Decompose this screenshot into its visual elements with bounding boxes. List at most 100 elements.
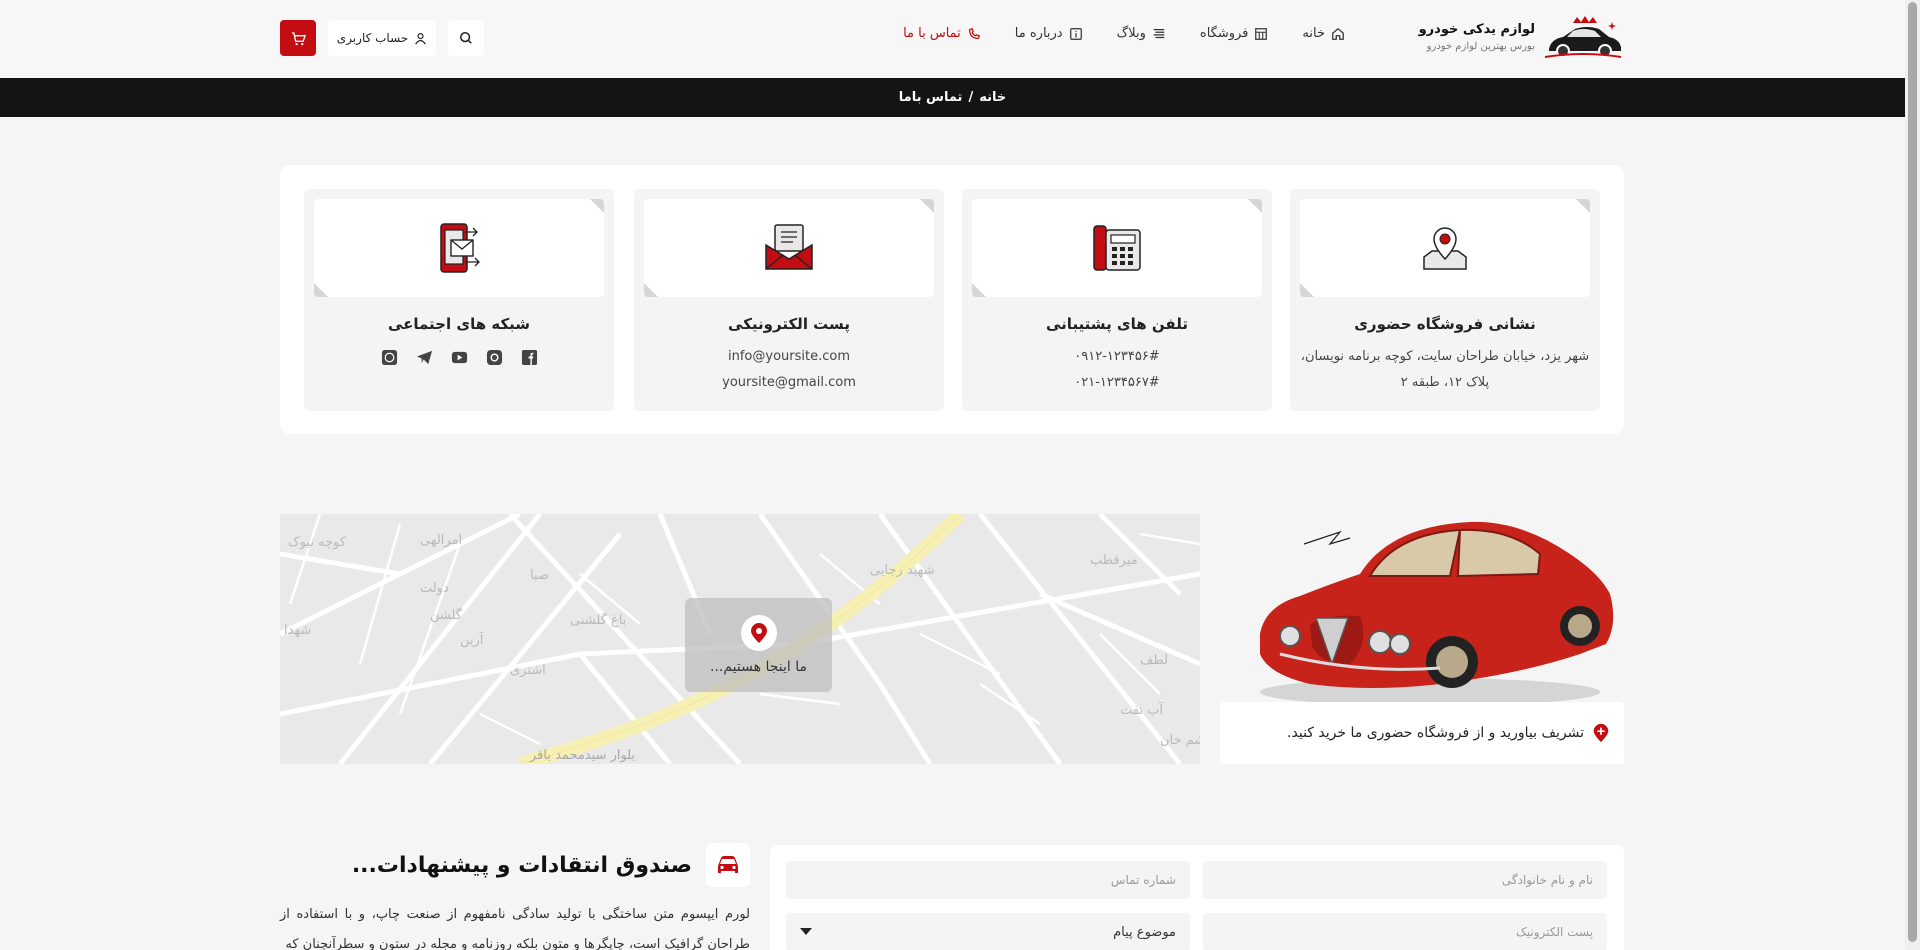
cart-button[interactable] [280, 20, 316, 56]
store-caption-text: تشریف بیاورید و از فروشگاه حضوری ما خرید… [1287, 725, 1584, 741]
email-line-2[interactable]: yoursite@gmail.com [634, 375, 944, 390]
car-icon [718, 856, 738, 873]
phone-icon [968, 27, 980, 39]
subject-select[interactable]: موضوع پیام [786, 913, 1190, 950]
home-icon [1332, 27, 1344, 40]
telephone-icon [1093, 225, 1141, 271]
instagram-icon[interactable] [486, 349, 503, 366]
nav-about-label: درباره ما [1014, 26, 1063, 41]
address-line-1: شهر یزد، خیابان طراحان سایت، کوچه برنامه… [1300, 349, 1590, 364]
envelope-icon [765, 224, 813, 270]
social-title: شبکه های اجتماعی [387, 315, 531, 333]
info-icon [1069, 27, 1082, 40]
logo-title: لوازم یدکی خودرو [1418, 22, 1535, 37]
map-pin [740, 615, 777, 651]
map-label-12: هاشم خان [1160, 733, 1200, 748]
site-header: لوازم یدکی خودرو بورس بهترین لوازم خودرو… [0, 0, 1905, 78]
breadcrumb-separator: / [968, 90, 974, 105]
telegram-icon[interactable] [416, 349, 433, 366]
social-links [304, 349, 614, 366]
social-icon-box [314, 199, 604, 297]
email-title: پست الکترونیکی [728, 315, 850, 333]
account-label: حساب کاربری [336, 31, 409, 45]
nav-contact-label: تماس با ما [903, 26, 961, 41]
nav-shop[interactable]: فروشگاه [1200, 26, 1269, 41]
location-pin-icon [750, 623, 767, 643]
phone-field[interactable]: شماره تماس [786, 861, 1190, 899]
social-phone-icon [440, 223, 480, 273]
nav-home-label: خانه [1302, 26, 1325, 41]
map-label-1: امرالهی [420, 533, 462, 548]
search-icon [459, 31, 472, 44]
facebook-icon[interactable] [521, 349, 538, 366]
map-label-5: باغ گلشنی [570, 612, 626, 628]
map-location-icon [1423, 227, 1467, 270]
map-label-10: بلوار سیدمحمد باقر [529, 748, 635, 763]
social-card: شبکه های اجتماعی [304, 189, 614, 411]
email-field[interactable]: پست الکترونیک [1203, 913, 1607, 950]
map-label-11: آب نفت [1120, 701, 1164, 718]
name-field[interactable]: نام و نام خانوادگی [1203, 861, 1607, 899]
nav-blog-label: وبلاگ [1116, 26, 1146, 41]
map-label-7: اشتری [510, 663, 546, 678]
subject-select-value: موضوع پیام [1113, 924, 1176, 940]
scrollbar-thumb[interactable] [1908, 2, 1917, 942]
nav-contact[interactable]: تماس با ما [903, 26, 981, 41]
shop-icon [1255, 27, 1268, 40]
user-icon [415, 32, 427, 45]
map-marker-label: ما اینجا هستیم... [710, 659, 807, 675]
map-label-13: لطف [1140, 653, 1168, 668]
car-icon-box [706, 843, 750, 887]
feedback-title: صندوق انتقادات و پیشنهادات... [351, 852, 692, 878]
account-button[interactable]: حساب کاربری [328, 20, 436, 56]
address-card: نشانی فروشگاه حضوری شهر یزد، خیابان طراح… [1290, 189, 1600, 411]
logo-subtitle: بورس بهترین لوازم خودرو [1426, 41, 1535, 52]
address-icon-box [1300, 199, 1590, 297]
chevron-down-icon [800, 928, 812, 935]
map-label-2: دولت [420, 581, 449, 596]
cart-icon [291, 31, 306, 45]
nav-shop-label: فروشگاه [1199, 26, 1249, 41]
store-caption: تشریف بیاورید و از فروشگاه حضوری ما خرید… [1220, 702, 1624, 764]
map-label-0: کوچه نیوک [288, 535, 347, 550]
logo-car-icon [1544, 16, 1622, 58]
search-button[interactable] [448, 20, 484, 56]
phone-title: تلفن های پشتیبانی [1046, 315, 1188, 333]
map-label-6: آرین [460, 631, 485, 648]
map-label-4: صبا [530, 568, 549, 583]
contact-info-panel: نشانی فروشگاه حضوری شهر یزد، خیابان طراح… [280, 165, 1624, 434]
map-label-3: گلشن [430, 607, 463, 623]
email-icon-box [644, 199, 934, 297]
phone-icon-box [972, 199, 1262, 297]
page-scrollbar[interactable] [1905, 0, 1920, 950]
address-line-2: پلاک ۱۲، طبقه ۲ [1400, 375, 1490, 390]
email-line-1[interactable]: info@yoursite.com [634, 349, 944, 364]
site-logo[interactable]: لوازم یدکی خودرو بورس بهترین لوازم خودرو [1418, 12, 1623, 62]
phone-line-1[interactable]: ۰۹۱۲-۱۲۳۴۵۶# [962, 349, 1272, 364]
red-classic-car-image [1260, 521, 1614, 706]
youtube-icon[interactable] [451, 349, 468, 366]
breadcrumb-current: تماس باما [898, 90, 963, 105]
email-card: پست الکترونیکی info@yoursite.com yoursit… [634, 189, 944, 411]
location-pin-icon [1593, 723, 1609, 743]
map-label-8: شهید رجایی [870, 563, 935, 578]
whatsapp-icon[interactable] [381, 349, 398, 366]
feedback-form: نام و نام خانوادگی شماره تماس پست الکترو… [770, 845, 1624, 950]
map-marker[interactable]: ما اینجا هستیم... [685, 598, 832, 692]
blog-icon [1153, 28, 1165, 38]
nav-home[interactable]: خانه [1302, 26, 1345, 41]
phone-line-2[interactable]: ۰۲۱-۱۲۳۴۵۶۷# [962, 375, 1272, 390]
nav-blog[interactable]: وبلاگ [1117, 26, 1166, 41]
location-map[interactable]: کوچه نیوک امرالهی دولت گلشن صبا باغ گلشن… [280, 514, 1200, 764]
phone-card: تلفن های پشتیبانی ۰۹۱۲-۱۲۳۴۵۶# ۰۲۱-۱۲۳۴۵… [962, 189, 1272, 411]
map-label-9: میرقطب [1090, 553, 1138, 568]
map-label-14: شهدا [284, 623, 311, 638]
feedback-description: لورم ایپسوم متن ساختگی با تولید سادگی نا… [280, 907, 750, 950]
breadcrumb: خانه / تماس باما [0, 78, 1905, 117]
nav-about[interactable]: درباره ما [1015, 26, 1083, 41]
main-nav: خانه فروشگاه وبلاگ درباره ما تماس با ما [903, 26, 1345, 41]
breadcrumb-home[interactable]: خانه [979, 90, 1006, 105]
store-promo: تشریف بیاورید و از فروشگاه حضوری ما خرید… [1220, 514, 1624, 764]
feedback-header: صندوق انتقادات و پیشنهادات... [280, 843, 750, 887]
address-title: نشانی فروشگاه حضوری [1354, 315, 1536, 333]
